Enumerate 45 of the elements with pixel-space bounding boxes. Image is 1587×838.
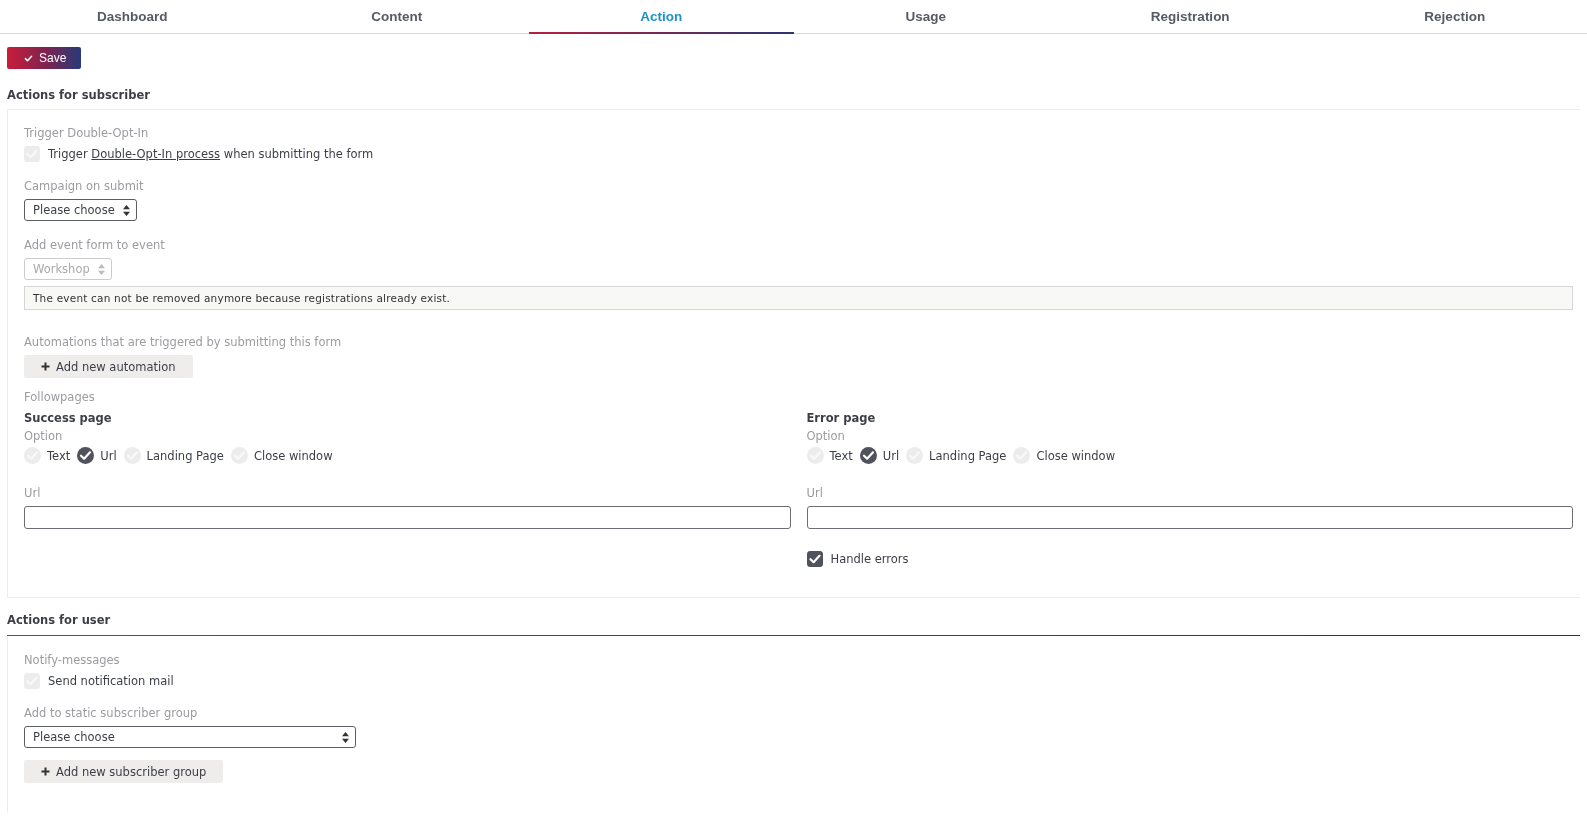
page-title: Error page: [806, 411, 877, 425]
tab[interactable]: Rejection: [1322, 0, 1587, 33]
field-label: Option: [24, 429, 64, 443]
dropdown[interactable]: Please choose: [24, 726, 356, 748]
radio-option[interactable]: Landing Page: [123, 447, 224, 464]
updown-arrow-icon: [97, 263, 105, 275]
section-title: Actions for subscriber: [7, 88, 151, 102]
add-automation-button[interactable]: Add new automation: [24, 355, 193, 378]
field-label: Trigger Double-Opt-In: [24, 126, 150, 140]
checkbox-label: Send notification mail: [48, 674, 174, 688]
radio-option[interactable]: Close window: [1013, 447, 1116, 464]
radio-option[interactable]: Text: [24, 447, 71, 464]
tab[interactable]: Dashboard: [0, 0, 265, 33]
field-label: Followpages: [24, 390, 96, 404]
field-label: Add event form to event: [24, 238, 166, 252]
field-label: Option: [806, 429, 846, 443]
add-subscriber-group-button[interactable]: Add new subscriber group: [24, 760, 224, 783]
radio-option[interactable]: Close window: [230, 447, 333, 464]
radio-option[interactable]: Url: [859, 447, 900, 464]
dropdown[interactable]: Please choose: [24, 199, 137, 221]
tab[interactable]: Content: [264, 0, 529, 33]
field-label: Url: [24, 486, 42, 500]
plus-icon: [41, 362, 50, 371]
checkbox-label: Trigger Double-Opt-In process when submitting the form: [48, 147, 374, 161]
field-label: Url: [806, 486, 824, 500]
radio-option[interactable]: Url: [77, 447, 117, 464]
url-input-field[interactable]: [806, 506, 1573, 529]
checkbox-label: Handle errors: [830, 552, 909, 566]
checkbox[interactable]: [806, 551, 823, 567]
url-input-field[interactable]: [24, 506, 791, 529]
plus-icon: [41, 767, 50, 776]
updown-arrow-icon: [122, 204, 130, 216]
field-label: Campaign on submit: [24, 179, 145, 193]
page-title: Success page: [24, 411, 113, 425]
updown-arrow-icon: [342, 731, 349, 743]
save-button[interactable]: Save: [7, 47, 82, 69]
tab[interactable]: Usage: [793, 0, 1058, 33]
info-notice: The event can not be removed anymore because registrations already exist.: [24, 286, 1573, 310]
tab[interactable]: Registration: [1058, 0, 1323, 33]
section-title: Actions for user: [7, 613, 112, 627]
radio-option[interactable]: Landing Page: [906, 447, 1007, 464]
field-label: Add to static subscriber group: [24, 706, 199, 720]
field-label: Automations that are triggered by submitting this form: [24, 335, 343, 349]
field-label: Notify-messages: [24, 653, 121, 667]
radio-option[interactable]: Text: [806, 447, 853, 464]
